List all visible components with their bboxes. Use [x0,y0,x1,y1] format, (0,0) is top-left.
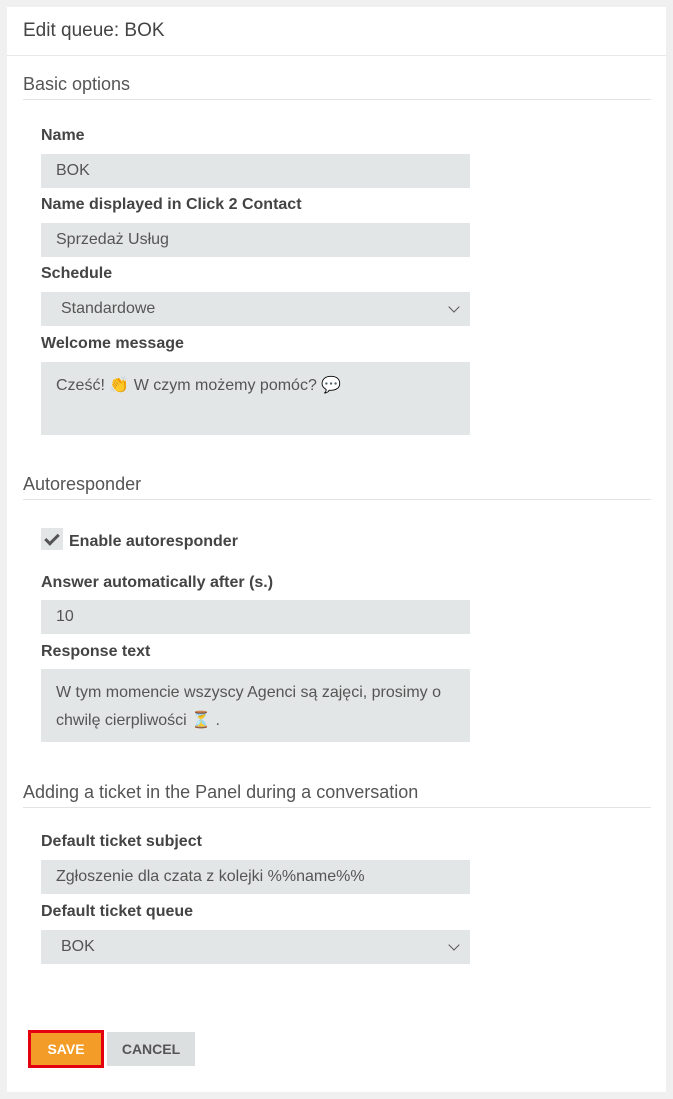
answer-after-input[interactable]: 10 [41,600,470,634]
chevron-down-icon [448,939,460,951]
response-text-label: Response text [41,643,151,660]
enable-autoresponder-label[interactable]: Enable autoresponder [69,533,238,551]
page-title: Edit queue: BOK [23,20,165,41]
schedule-label: Schedule [41,265,113,282]
display-name-label: Name displayed in Click 2 Contact [41,196,302,213]
name-label: Name [41,127,85,144]
name-input[interactable]: BOK [41,154,470,188]
ticket-queue-select[interactable]: BOK [41,930,470,964]
welcome-message-textarea[interactable]: Cześć! 👏 W czym możemy pomóc? 💬 [41,362,470,435]
schedule-select[interactable]: Standardowe [41,292,470,326]
chevron-down-icon [448,301,460,313]
check-icon [44,530,60,546]
ticket-queue-label: Default ticket queue [41,903,194,920]
enable-autoresponder-checkbox[interactable] [41,528,63,550]
ticket-subject-input[interactable]: Zgłoszenie dla czata z kolejki %%name%% [41,860,470,894]
edit-queue-panel: Edit queue: BOK Basic options Name BOK N… [7,7,666,1092]
section-basic-options: Basic options [23,74,651,100]
ticket-queue-select-value: BOK [61,938,95,955]
save-button[interactable]: SAVE [28,1030,104,1068]
ticket-subject-label: Default ticket subject [41,833,202,850]
cancel-button[interactable]: CANCEL [107,1032,195,1066]
display-name-input[interactable]: Sprzedaż Usług [41,223,470,257]
section-autoresponder: Autoresponder [23,474,651,500]
section-ticket: Adding a ticket in the Panel during a co… [23,782,651,808]
response-text-textarea[interactable]: W tym momencie wszyscy Agenci są zajęci,… [41,669,470,742]
answer-after-label: Answer automatically after (s.) [41,574,274,591]
schedule-select-value: Standardowe [61,300,156,317]
panel-header: Edit queue: BOK [7,7,666,56]
welcome-message-label: Welcome message [41,335,184,352]
